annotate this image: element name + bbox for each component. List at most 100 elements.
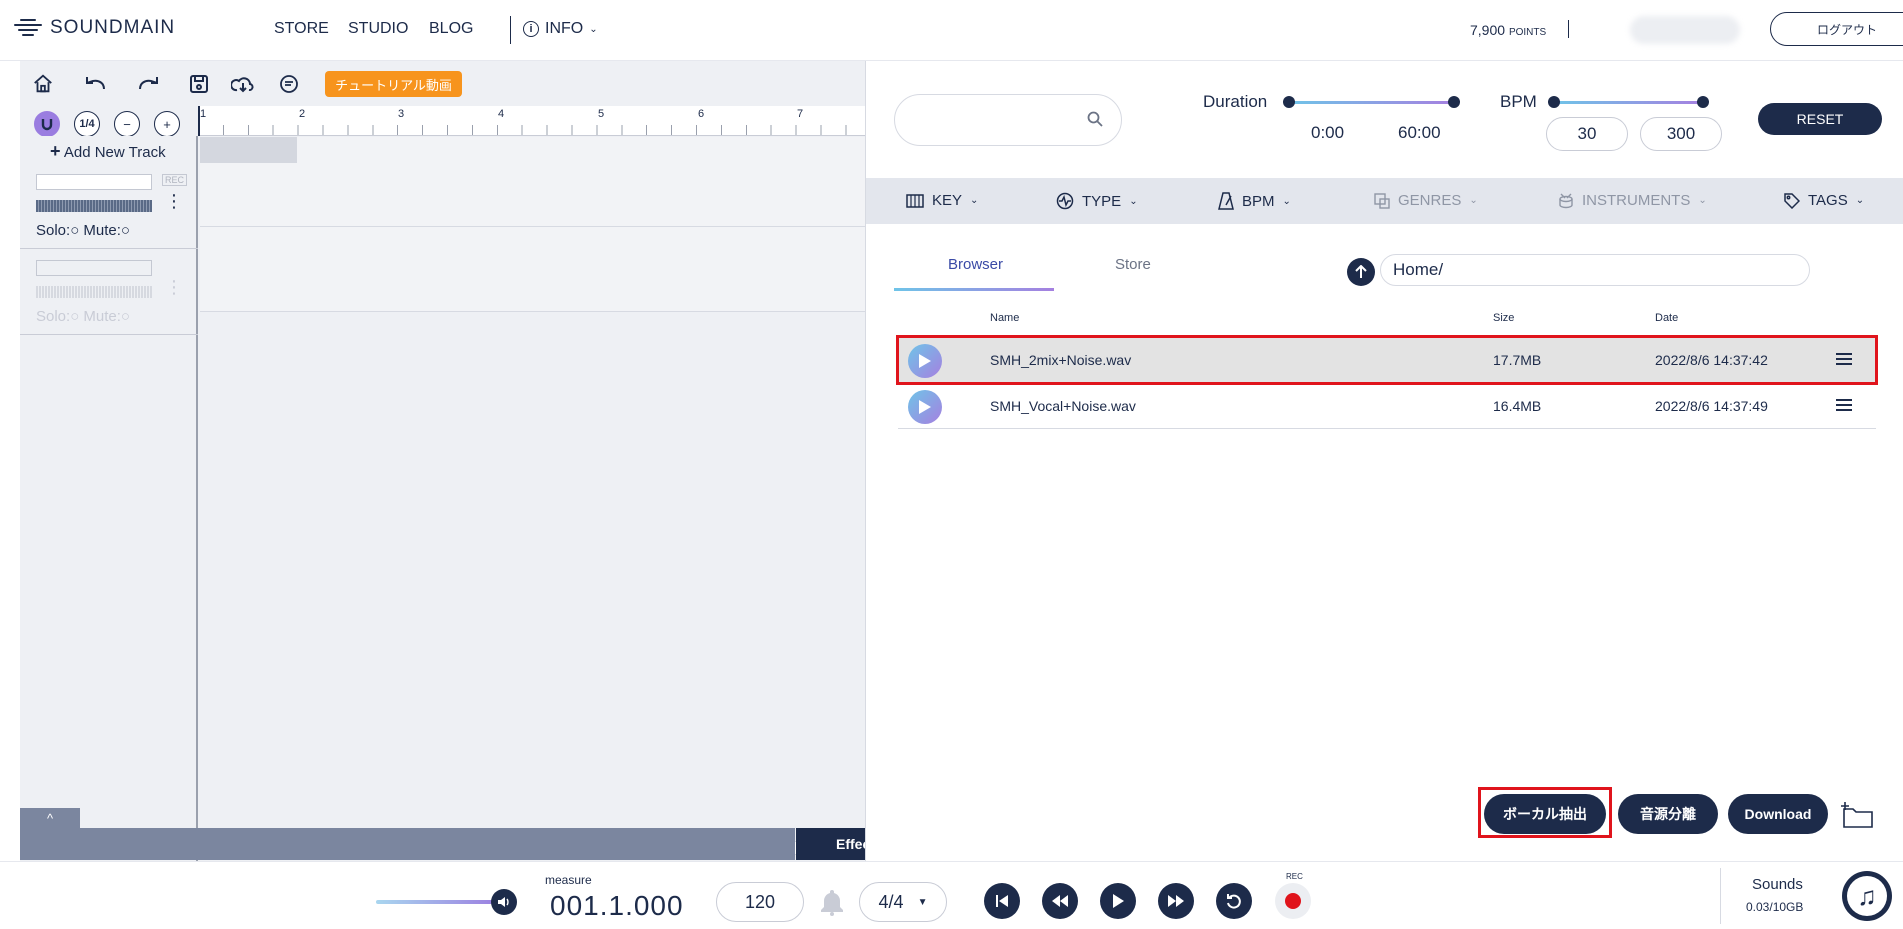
filter-instruments[interactable]: INSTRUMENTS ⌄ [1558,192,1707,209]
bottom-panel: ^ Effect [20,808,865,860]
col-date[interactable]: Date [1655,312,1678,324]
time-signature-value: 4/4 [878,891,904,912]
duration-max-value: 60:00 [1398,123,1441,142]
tab-browser[interactable]: Browser [948,256,1003,273]
col-size[interactable]: Size [1493,312,1514,324]
ruler-number: 7 [797,108,804,120]
tab-store[interactable]: Store [1115,256,1151,273]
filter-bar: KEY ⌄ TYPE ⌄ BPM ⌄ GENRES ⌄ INSTRUMENTS … [866,178,1903,224]
track-lane[interactable] [200,137,865,227]
col-name[interactable]: Name [990,312,1019,324]
nav-studio[interactable]: STUDIO [348,20,408,38]
chevron-down-icon: ⌄ [589,23,598,35]
solo-mute-toggles[interactable]: Solo:○ Mute:○ [36,308,130,325]
solo-mute-toggles[interactable]: Solo:○ Mute:○ [36,222,130,239]
bpm-max-input[interactable]: 300 [1640,117,1722,151]
plus-icon: + [163,116,171,132]
tempo-input[interactable]: 120 [716,882,804,922]
reset-button[interactable]: RESET [1758,103,1882,135]
track-lanes[interactable] [200,137,865,917]
bpm-min-handle[interactable] [1548,96,1560,108]
filter-genres[interactable]: GENRES ⌄ [1374,192,1478,209]
bpm-min-input[interactable]: 30 [1546,117,1628,151]
bpm-slider[interactable] [1553,101,1703,104]
play-preview-button[interactable] [908,390,942,424]
path-input[interactable]: Home/ [1380,254,1810,286]
more-vertical-icon[interactable]: ⋮ [165,192,183,210]
record-dot-icon [1285,893,1301,909]
zoom-out-button[interactable]: − [114,111,140,137]
track-name-input[interactable] [36,260,152,276]
timeline-ruler[interactable]: 1 2 3 4 5 6 7 [198,106,865,136]
skip-to-start-button[interactable] [984,883,1020,919]
pulse-icon [1056,192,1074,210]
zoom-in-button[interactable]: + [154,111,180,137]
file-row-selected[interactable]: SMH_2mix+Noise.wav 17.7MB 2022/8/6 14:37… [896,335,1878,385]
undo-icon[interactable] [82,71,108,97]
logo[interactable]: SOUNDMAIN [14,17,175,39]
download-button[interactable]: Download [1728,794,1828,834]
bell-icon[interactable] [819,888,845,921]
filter-tags[interactable]: TAGS ⌄ [1784,192,1864,209]
time-signature-select[interactable]: 4/4 ▼ [859,882,947,922]
bottom-panel-toggle[interactable]: ^ [20,808,80,828]
search-input[interactable] [894,94,1122,146]
tutorial-video-button[interactable]: チュートリアル動画 [325,71,462,97]
file-row[interactable]: SMH_Vocal+Noise.wav 16.4MB 2022/8/6 14:3… [898,383,1876,429]
magnet-snap-button[interactable] [34,111,60,137]
bpm-max-handle[interactable] [1697,96,1709,108]
play-button[interactable] [1100,883,1136,919]
music-note-icon[interactable]: ♫ [1842,871,1892,921]
cloud-download-icon[interactable] [230,71,256,97]
play-icon [919,354,931,368]
folder-up-button[interactable] [1347,258,1375,286]
record-button[interactable] [1275,883,1311,919]
duration-min-handle[interactable] [1283,96,1295,108]
separate-sources-button[interactable]: 音源分離 [1618,794,1718,834]
caret-down-icon: ▼ [917,896,928,908]
home-icon[interactable] [30,71,56,97]
effect-tab[interactable]: Effect [796,828,865,860]
browser-tabs: Browser Store [894,256,1218,291]
fast-forward-button[interactable] [1158,883,1194,919]
hamburger-menu-icon[interactable] [1836,353,1852,365]
filter-bpm[interactable]: BPM ⌄ [1218,192,1291,210]
add-track-button[interactable]: + Add New Track [50,141,166,162]
volume-slider[interactable] [376,900,501,904]
chevron-down-icon: ⌄ [1282,195,1291,207]
active-tab-indicator [894,288,1054,291]
filter-type-label: TYPE [1082,192,1122,210]
duration-slider[interactable] [1288,101,1454,104]
new-folder-icon[interactable] [1840,801,1874,829]
filter-key[interactable]: KEY ⌄ [906,192,978,209]
measure-label: measure [545,873,592,887]
duration-max-handle[interactable] [1448,96,1460,108]
chat-icon[interactable] [276,71,302,97]
track-2[interactable]: ⋮ Solo:○ Mute:○ [20,250,198,335]
bottom-panel-bar [20,828,795,860]
nav-info[interactable]: i INFO ⌄ [523,20,598,38]
loop-button[interactable] [1216,883,1252,919]
track-lane[interactable] [200,227,865,312]
hamburger-menu-icon[interactable] [1836,399,1852,411]
more-vertical-icon[interactable]: ⋮ [165,278,183,296]
nav-store[interactable]: STORE [274,20,329,38]
rewind-button[interactable] [1042,883,1078,919]
track-1[interactable]: REC ⋮ Solo:○ Mute:○ [20,164,198,249]
logout-button[interactable]: ログアウト [1770,12,1903,46]
editor-toolbar: チュートリアル動画 [20,61,865,106]
duration-min-value: 0:00 [1311,123,1345,142]
quantize-button[interactable]: 1/4 [74,111,100,137]
track-rec-toggle[interactable]: REC [162,174,188,186]
play-preview-button[interactable] [908,344,942,378]
ruler-ticks [198,125,865,135]
playhead-marker[interactable] [198,106,200,136]
nav-blog[interactable]: BLOG [429,20,473,38]
volume-icon[interactable] [491,889,517,915]
file-size: 17.7MB [1493,352,1542,368]
track-name-input[interactable] [36,174,152,190]
redo-icon[interactable] [136,71,162,97]
save-icon[interactable] [186,71,212,97]
filter-genres-label: GENRES [1398,192,1462,209]
filter-type[interactable]: TYPE ⌄ [1056,192,1138,210]
